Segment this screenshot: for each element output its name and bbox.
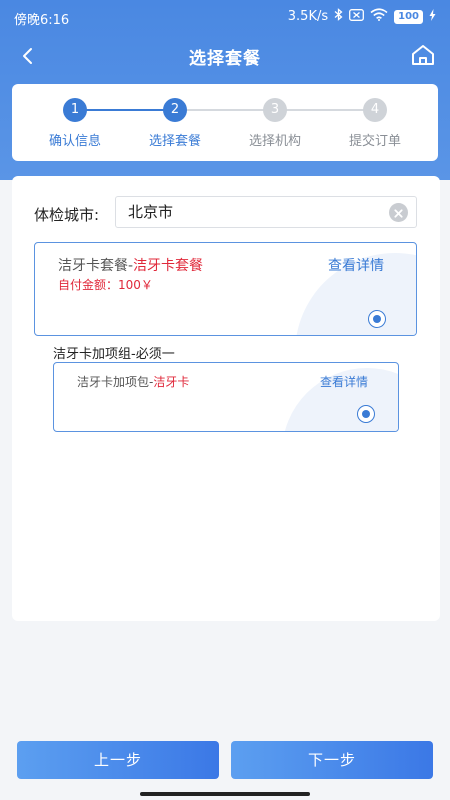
addon-prefix: 洁牙卡加项包-: [77, 375, 154, 389]
step-number: 4: [363, 98, 387, 122]
home-icon: [412, 45, 434, 65]
addon-name: 洁牙卡: [153, 375, 190, 389]
step-4: 4 提交订单: [330, 98, 420, 149]
charging-icon: [429, 8, 436, 25]
page-title: 选择套餐: [189, 49, 261, 69]
city-field[interactable]: 北京市: [115, 196, 417, 228]
home-indicator: [140, 792, 310, 796]
package-panel: 体检城市: 北京市 洁牙卡套餐-洁牙卡套餐 自付金额：100￥ 查看详情 洁牙卡…: [12, 176, 440, 621]
step-label: 确认信息: [48, 134, 101, 149]
addon-detail-link[interactable]: 查看详情: [320, 373, 368, 390]
status-icons: 3.5K/s 100: [288, 8, 436, 25]
step-1: 1 确认信息: [30, 98, 120, 149]
wifi-icon: [370, 8, 388, 25]
nav-bar: 选择套餐: [0, 34, 450, 78]
addon-group-title: 洁牙卡加项组-必须一: [53, 347, 175, 362]
package-card[interactable]: 洁牙卡套餐-洁牙卡套餐 自付金额：100￥ 查看详情: [34, 242, 417, 336]
step-number: 2: [163, 98, 187, 122]
next-step-button[interactable]: 下一步: [231, 741, 433, 779]
package-title: 洁牙卡套餐-洁牙卡套餐: [58, 255, 203, 275]
sim-x-icon: [349, 8, 365, 25]
close-icon: [394, 209, 403, 218]
addon-title: 洁牙卡加项包-洁牙卡: [77, 373, 189, 390]
step-label: 选择机构: [248, 134, 301, 149]
addon-radio[interactable]: [357, 405, 375, 423]
battery-icon: 100: [394, 9, 423, 24]
package-prefix: 洁牙卡套餐-: [58, 258, 134, 274]
step-2: 2 选择套餐: [130, 98, 220, 149]
package-detail-link[interactable]: 查看详情: [328, 255, 384, 275]
step-number: 3: [263, 98, 287, 122]
prev-step-button[interactable]: 上一步: [17, 741, 219, 779]
step-number: 1: [63, 98, 87, 122]
city-value: 北京市: [128, 203, 174, 221]
status-bar: 傍晚6:16 3.5K/s 100: [0, 0, 450, 34]
package-name: 洁牙卡套餐: [133, 258, 204, 274]
bluetooth-icon: [334, 8, 343, 25]
home-button[interactable]: [408, 40, 438, 70]
city-label: 体检城市:: [34, 206, 100, 224]
step-3: 3 选择机构: [230, 98, 320, 149]
step-label: 提交订单: [348, 134, 401, 149]
package-radio[interactable]: [368, 310, 386, 328]
clear-button[interactable]: [389, 203, 408, 222]
step-label: 选择套餐: [148, 134, 201, 149]
status-time: 傍晚6:16: [14, 13, 70, 28]
package-price: 自付金额：100￥: [58, 278, 153, 292]
steps-progress: 1 确认信息 2 选择套餐 3 选择机构 4 提交订单: [12, 84, 438, 161]
addon-card[interactable]: 洁牙卡加项包-洁牙卡 查看详情: [53, 362, 399, 432]
network-speed: 3.5K/s: [287, 9, 329, 24]
